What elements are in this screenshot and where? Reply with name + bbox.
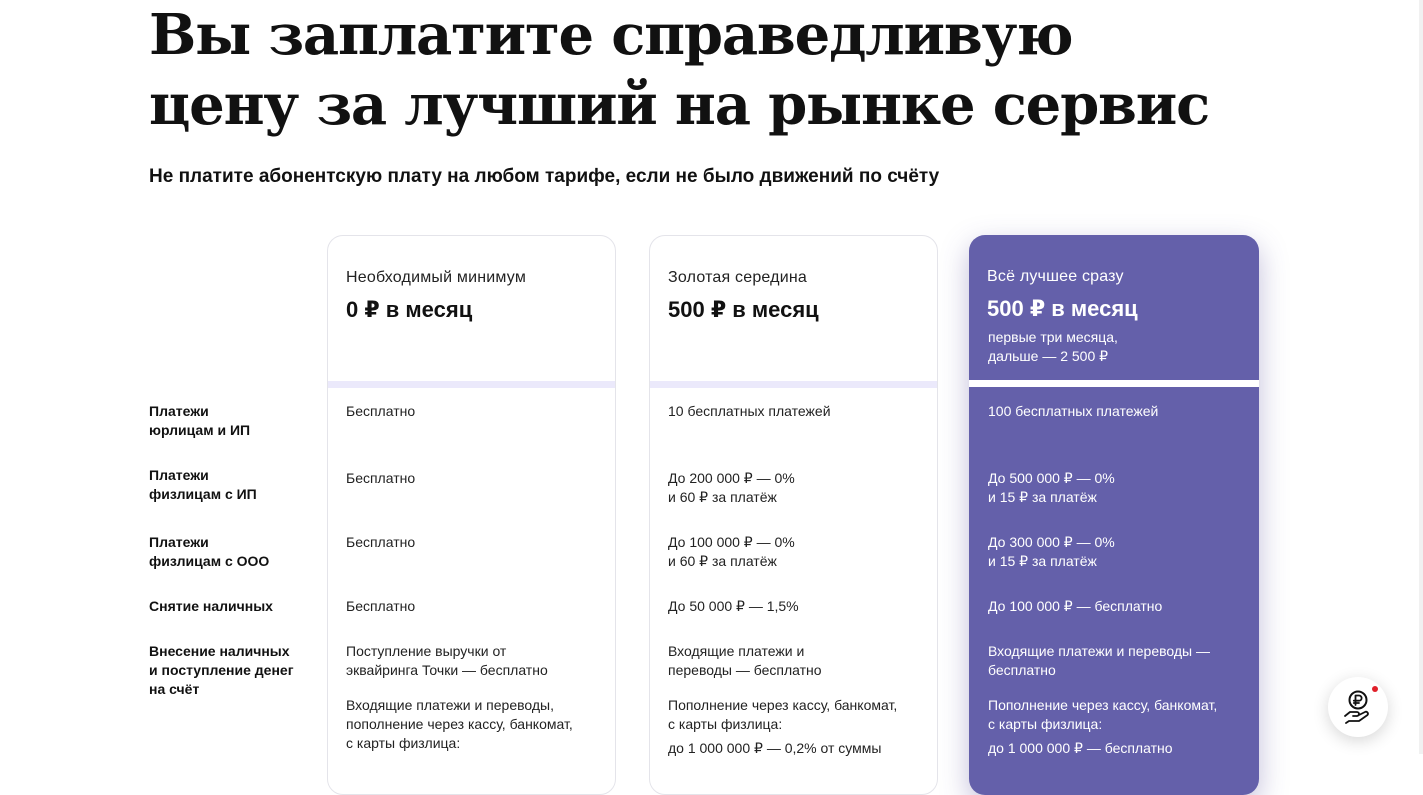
cell-value: Поступление выручки от эквайринга Точки … (346, 642, 598, 769)
row-label-cash-withdrawal: Снятие наличных (149, 597, 309, 616)
cell-value: Входящие платежи и переводы — бесплатно … (988, 642, 1240, 774)
cell-value: Бесплатно (346, 598, 416, 614)
cell-paragraph: Входящие платежи и переводы — бесплатно (668, 642, 920, 680)
plan-note-line: первые три месяца, (988, 329, 1118, 345)
cell-line: До 300 000 ₽ — 0% (988, 534, 1115, 550)
cell-value: До 100 000 ₽ — 0% и 60 ₽ за платёж (668, 533, 920, 571)
row-label-line: и поступление денег (149, 662, 294, 678)
row-label-cash-deposit: Внесение наличных и поступление денег на… (149, 642, 309, 699)
cell-line: и 15 ₽ за платёж (988, 553, 1097, 569)
cell-value: Входящие платежи и переводы — бесплатно … (668, 642, 920, 774)
cell-line: бесплатно (988, 662, 1056, 678)
chat-button[interactable] (1328, 677, 1388, 737)
page-scrollbar[interactable] (1419, 0, 1423, 754)
row-label-line: физлицам с ИП (149, 486, 257, 502)
row-label-line: Внесение наличных (149, 643, 290, 659)
plan-name: Необходимый минимум (346, 269, 527, 286)
cell-paragraph: Входящие платежи и переводы, пополнение … (346, 696, 598, 753)
cell-paragraph: Поступление выручки от эквайринга Точки … (346, 642, 598, 680)
plan-note-line: дальше — 2 500 ₽ (988, 348, 1109, 364)
cell-line: до 1 000 000 ₽ — 0,2% от суммы (668, 740, 882, 756)
row-label-ooo-individual-payments: Платежи физлицам с ООО (149, 533, 309, 571)
cell-value: Бесплатно (346, 469, 598, 488)
cell-line: с карты физлица: (668, 716, 783, 732)
plan-name: Всё лучшее сразу (987, 268, 1124, 285)
cell-value: До 200 000 ₽ — 0% и 60 ₽ за платёж (668, 469, 920, 507)
cell-line: Бесплатно (346, 470, 416, 486)
row-label-line: юрлицам и ИП (149, 422, 251, 438)
cell-paragraph: Пополнение через кассу, банкомат, с карт… (668, 696, 920, 758)
cell-line: До 500 000 ₽ — 0% (988, 470, 1115, 486)
cell-line: Входящие платежи и переводы, (346, 697, 554, 713)
row-label-line: на счёт (149, 681, 200, 697)
card-divider (650, 381, 937, 388)
row-label-line: Платежи (149, 467, 209, 483)
card-divider (328, 381, 615, 388)
cell-line: переводы — бесплатно (668, 662, 822, 678)
cell-line: Поступление выручки от (346, 643, 507, 659)
row-label-legal-payments: Платежи юрлицам и ИП (149, 402, 309, 440)
cell-line: с карты физлица: (346, 735, 461, 751)
cell-value: До 500 000 ₽ — 0% и 15 ₽ за платёж (988, 469, 1240, 507)
row-label-ip-individual-payments: Платежи физлицам с ИП (149, 466, 309, 504)
plan-name: Золотая середина (668, 269, 807, 286)
row-label-line: Платежи (149, 403, 209, 419)
card-divider (969, 380, 1259, 387)
cell-line: и 60 ₽ за платёж (668, 553, 777, 569)
plan-price-note: первые три месяца, дальше — 2 500 ₽ (988, 328, 1188, 366)
cell-line: до 1 000 000 ₽ — бесплатно (988, 740, 1173, 756)
cell-value: До 50 000 ₽ — 1,5% (668, 598, 799, 614)
cell-line: Пополнение через кассу, банкомат, (668, 697, 898, 713)
cell-value: Бесплатно (346, 403, 416, 419)
cell-value: Бесплатно (346, 533, 598, 552)
cell-line: и 15 ₽ за платёж (988, 489, 1097, 505)
cell-paragraph: Входящие платежи и переводы — бесплатно (988, 642, 1240, 680)
plan-price: 500 ₽ в месяц (668, 297, 819, 322)
cell-paragraph: Пополнение через кассу, банкомат, с карт… (988, 696, 1240, 758)
row-label-line: физлицам с ООО (149, 553, 270, 569)
cell-value: 10 бесплатных платежей (668, 403, 831, 419)
cell-line: эквайринга Точки — бесплатно (346, 662, 548, 678)
row-label-line: Платежи (149, 534, 209, 550)
row-label-line: Снятие наличных (149, 598, 273, 614)
cell-line: Входящие платежи и (668, 643, 805, 659)
page-title: Вы заплатите справедливую цену за лучший… (149, 2, 1210, 138)
cell-value: До 300 000 ₽ — 0% и 15 ₽ за платёж (988, 533, 1240, 571)
cell-line: Бесплатно (346, 534, 416, 550)
cell-line: Входящие платежи и переводы — (988, 643, 1210, 659)
plan-price: 500 ₽ в месяц (987, 296, 1138, 321)
notification-badge (1372, 686, 1378, 692)
page-subtitle: Не платите абонентскую плату на любом та… (149, 166, 940, 187)
cell-line: Пополнение через кассу, банкомат, (988, 697, 1218, 713)
cell-value: До 100 000 ₽ — бесплатно (988, 598, 1163, 614)
ruble-coin-hand-icon (1344, 690, 1369, 724)
plan-price: 0 ₽ в месяц (346, 297, 473, 322)
cell-line: и 60 ₽ за платёж (668, 489, 777, 505)
cell-line: пополнение через кассу, банкомат, (346, 716, 573, 732)
cell-line: с карты физлица: (988, 716, 1103, 732)
cell-value: 100 бесплатных платежей (988, 403, 1159, 419)
cell-line: До 100 000 ₽ — 0% (668, 534, 795, 550)
cell-line: До 200 000 ₽ — 0% (668, 470, 795, 486)
